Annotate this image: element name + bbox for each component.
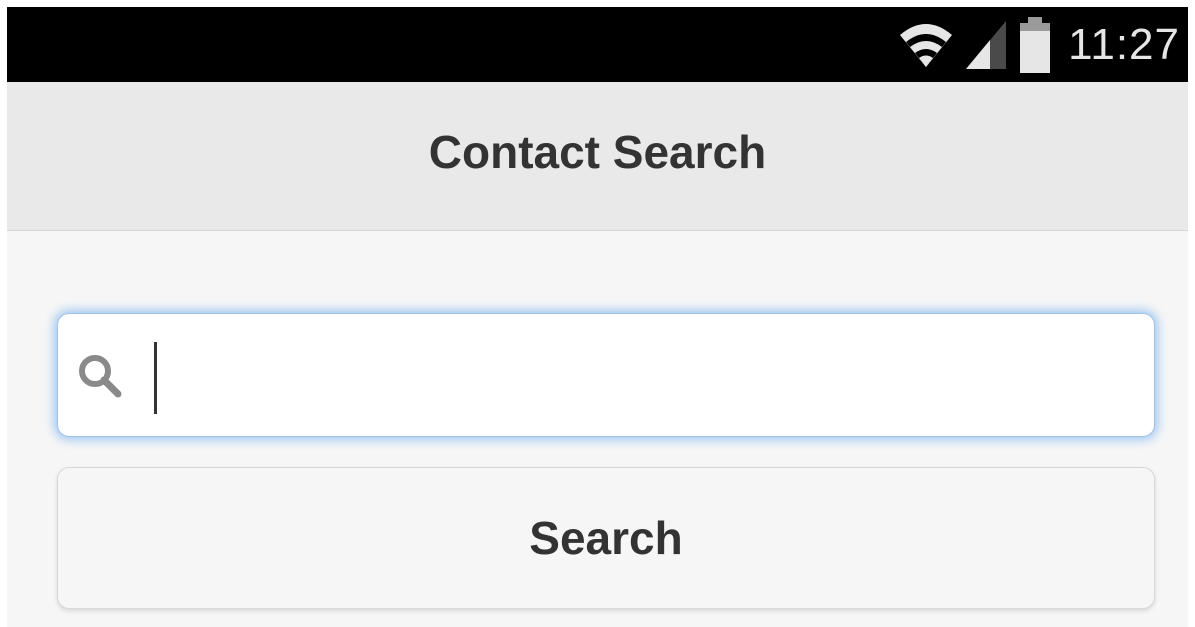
search-icon xyxy=(79,355,122,398)
status-icons: 11:27 xyxy=(898,7,1180,82)
search-input[interactable] xyxy=(154,334,1134,418)
status-time: 11:27 xyxy=(1068,19,1180,69)
status-bar: 11:27 xyxy=(7,7,1188,82)
page-title: Contact Search xyxy=(428,126,767,178)
content-area: Search xyxy=(7,231,1188,627)
battery-icon xyxy=(1020,16,1051,73)
cell-signal-icon xyxy=(966,20,1007,69)
header-bar: Contact Search xyxy=(7,82,1188,231)
wifi-icon xyxy=(900,23,953,67)
search-field[interactable] xyxy=(57,313,1155,437)
app-screen: 11:27 Contact Search Search xyxy=(7,7,1188,627)
text-cursor xyxy=(154,342,157,414)
search-button-label: Search xyxy=(529,512,683,564)
search-button[interactable]: Search xyxy=(57,467,1155,609)
